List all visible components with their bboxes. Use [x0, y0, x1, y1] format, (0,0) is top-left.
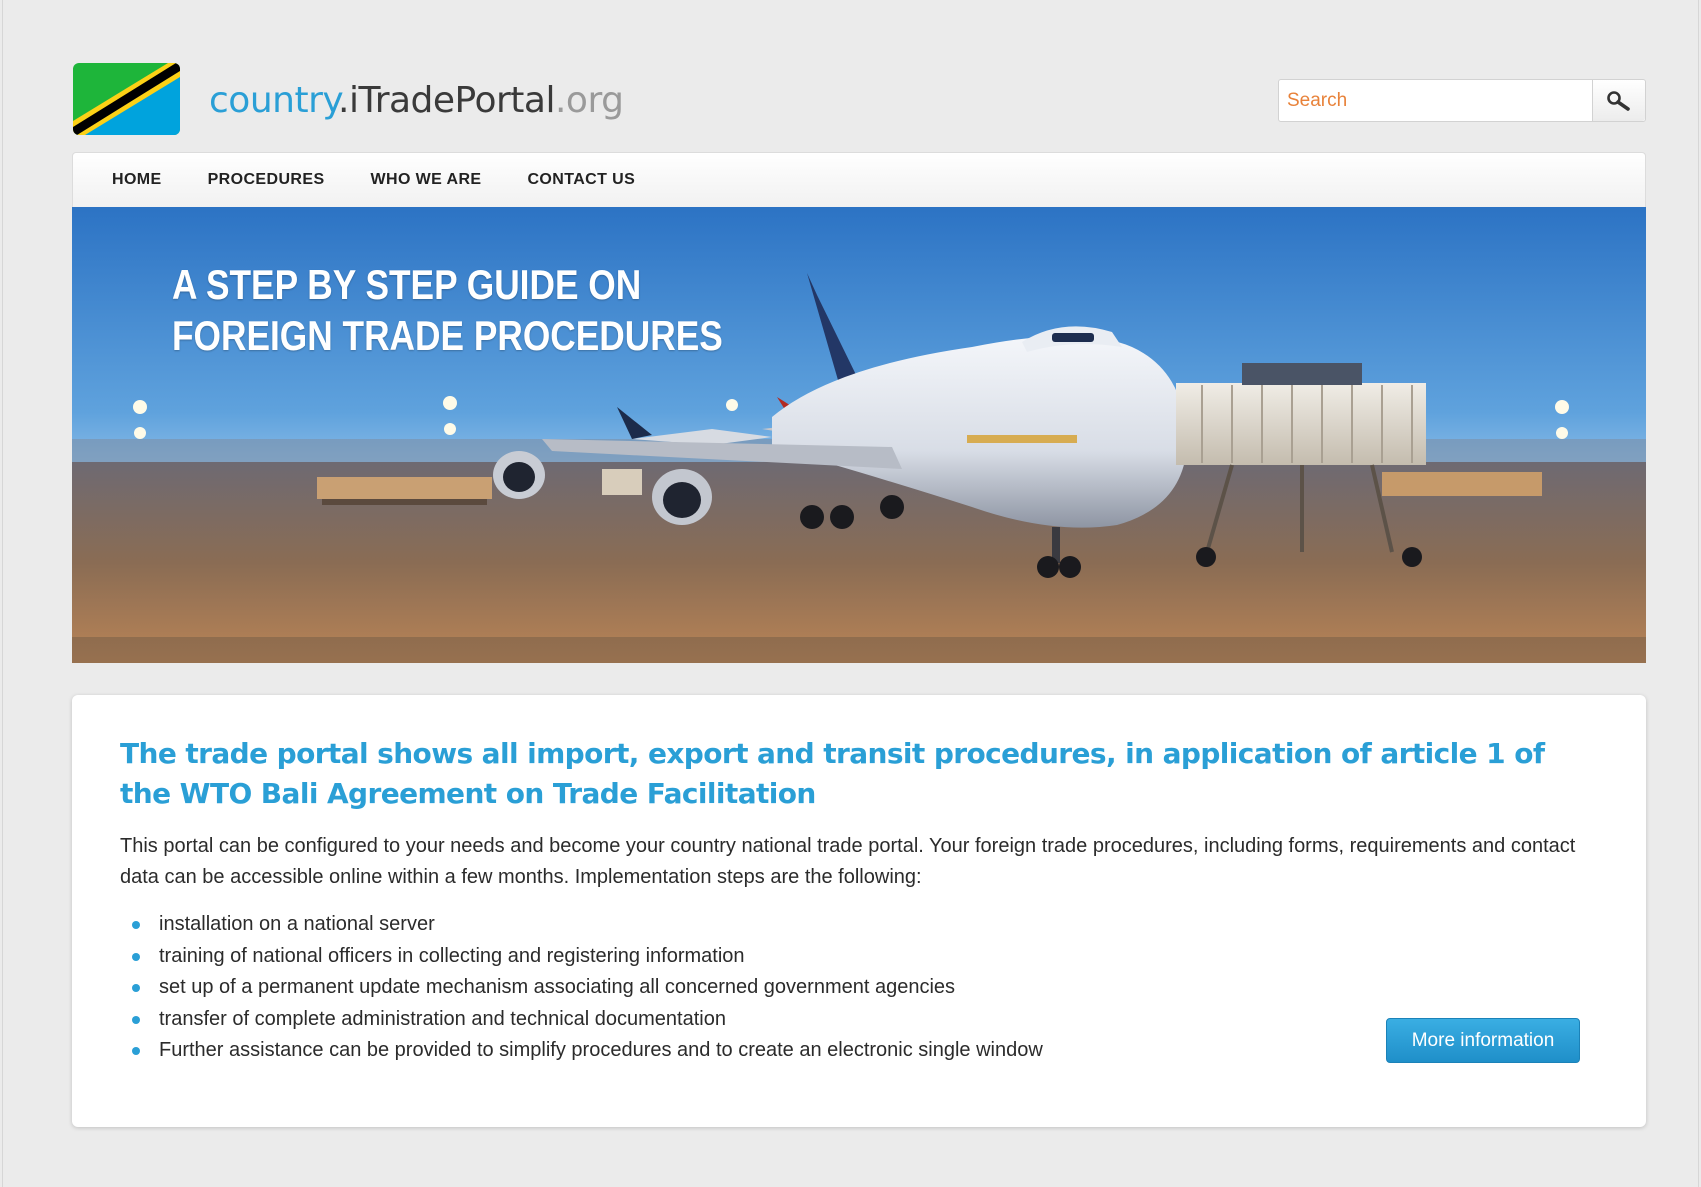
site-title-org: .org	[554, 80, 624, 121]
list-item: Further assistance can be provided to si…	[132, 1035, 1043, 1067]
list-item: set up of a permanent update mechanism a…	[132, 972, 1043, 1004]
intro-heading: The trade portal shows all import, expor…	[120, 737, 1545, 810]
search-button[interactable]	[1592, 80, 1645, 121]
list-item: training of national officers in collect…	[132, 941, 1043, 973]
intro-card: The trade portal shows all import, expor…	[72, 695, 1646, 1127]
main-nav: HOME PROCEDURES WHO WE ARE CONTACT US	[72, 152, 1646, 207]
search-box	[1278, 79, 1646, 122]
hero-banner: A STEP BY STEP GUIDE ON FOREIGN TRADE PR…	[72, 207, 1646, 663]
list-item: installation on a national server	[132, 909, 1043, 941]
site-title-country: country	[209, 80, 339, 121]
tanzania-flag-icon[interactable]	[73, 63, 180, 135]
hero-title-line1: A STEP BY STEP GUIDE ON	[172, 261, 642, 308]
implementation-steps-list: installation on a national server traini…	[132, 909, 1043, 1067]
nav-contact-us[interactable]: CONTACT US	[527, 171, 635, 189]
site-title-portal: .iTradePortal	[338, 80, 555, 121]
intro-paragraph: This portal can be configured to your ne…	[120, 835, 1576, 888]
nav-who-we-are[interactable]: WHO WE ARE	[371, 171, 482, 189]
list-item: transfer of complete administration and …	[132, 1004, 1043, 1036]
hero-title: A STEP BY STEP GUIDE ON FOREIGN TRADE PR…	[172, 259, 723, 361]
nav-home[interactable]: HOME	[112, 171, 162, 189]
site-title[interactable]: country.iTradePortal.org	[209, 78, 624, 124]
search-input[interactable]	[1279, 80, 1592, 121]
more-information-button[interactable]: More information	[1386, 1018, 1580, 1063]
nav-procedures[interactable]: PROCEDURES	[208, 171, 325, 189]
search-icon	[1607, 90, 1630, 111]
hero-title-line2: FOREIGN TRADE PROCEDURES	[172, 312, 723, 359]
